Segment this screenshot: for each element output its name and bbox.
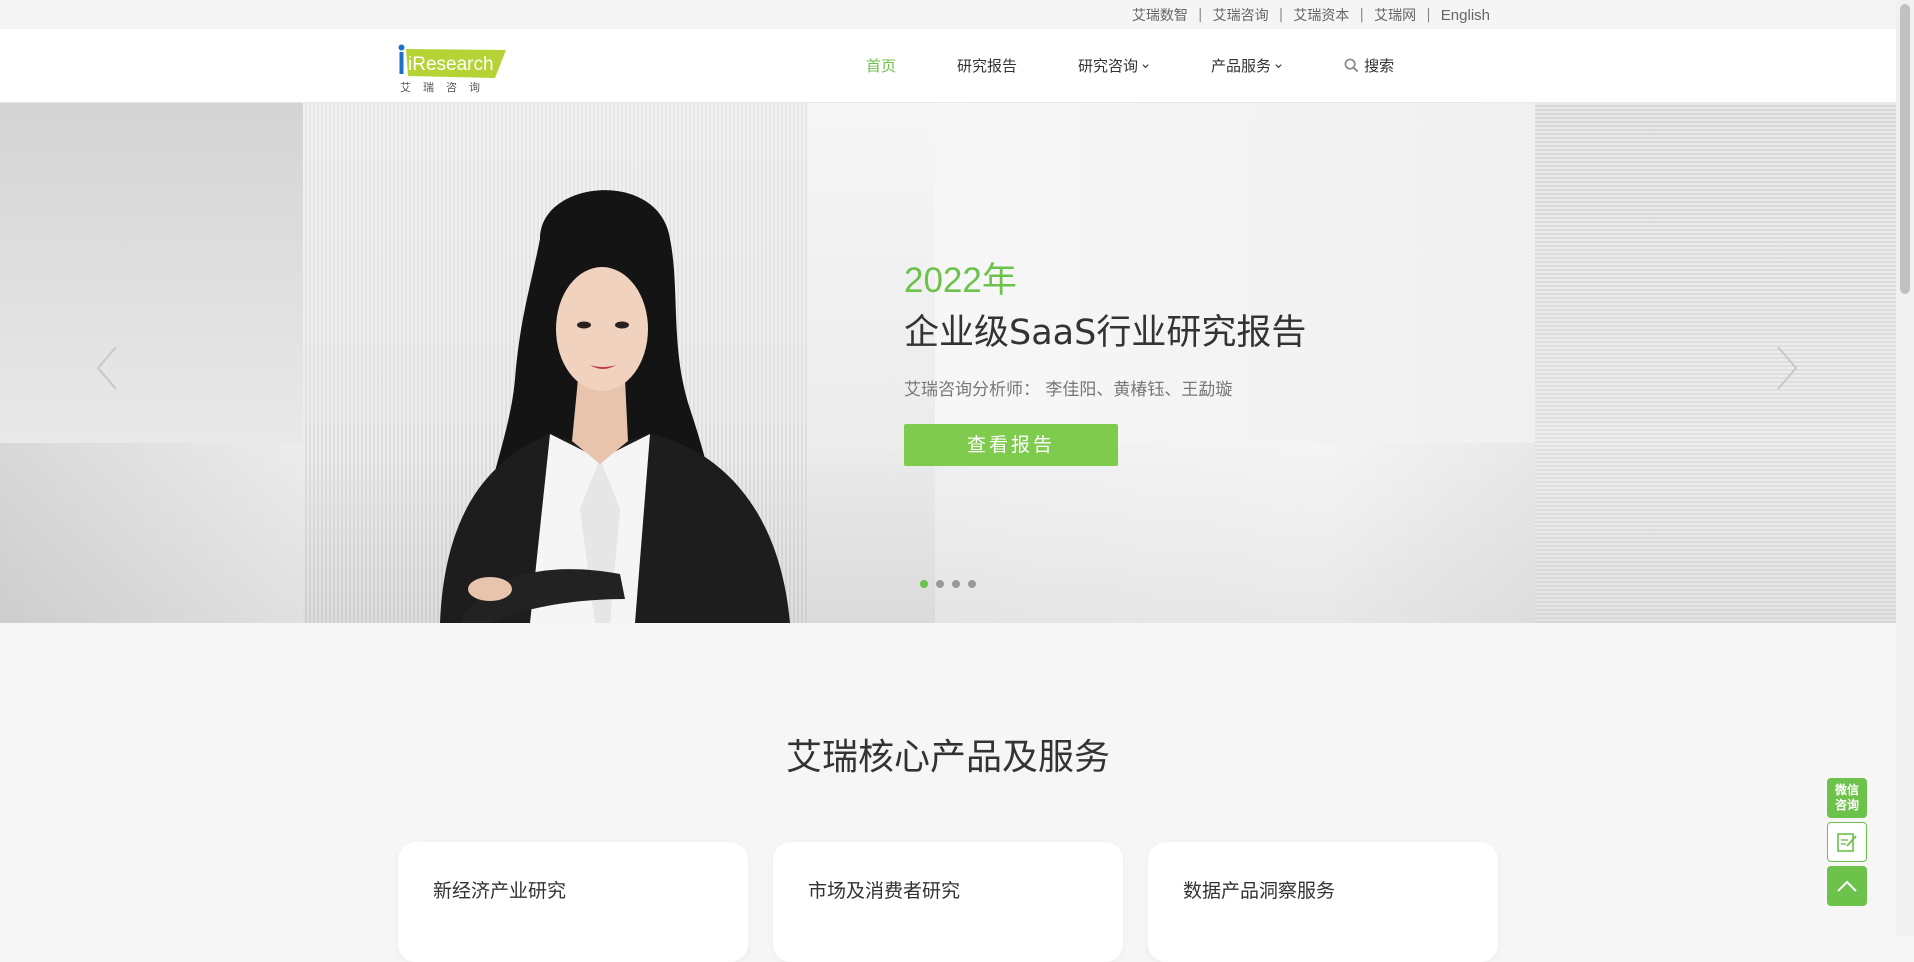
chevron-left-icon[interactable] [92, 343, 122, 393]
banner-bg-panel [0, 443, 1896, 623]
nav-home[interactable]: 首页 [866, 55, 896, 76]
nav-label: 研究咨询 [1078, 57, 1139, 75]
chevron-down-icon [1275, 64, 1282, 69]
section-title: 艾瑞核心产品及服务 [785, 737, 1110, 778]
feedback-button[interactable] [1827, 822, 1867, 862]
top-link-wang[interactable]: 艾瑞网 [1374, 5, 1416, 25]
banner-authors: 艾瑞咨询分析师： 李佳阳、黄椿钰、王勐璇 [904, 380, 1233, 400]
service-card-new-economy[interactable]: 新经济产业研究 [398, 842, 748, 962]
wechat-label: 微信咨询 [1834, 783, 1859, 812]
card-title: 市场及消费者研究 [808, 880, 961, 902]
chevron-down-icon [1142, 64, 1149, 69]
top-link-ziben[interactable]: 艾瑞资本 [1293, 5, 1349, 25]
iresearch-logo[interactable]: iResearch 艾瑞咨询 [398, 39, 508, 95]
nav-reports[interactable]: 研究报告 [957, 55, 1017, 76]
logo-text: iResearch [408, 54, 494, 75]
search-icon [1344, 58, 1359, 73]
separator: | [1278, 7, 1284, 23]
carousel-dot[interactable] [952, 580, 960, 588]
top-utility-bar: 艾瑞数智 | 艾瑞咨询 | 艾瑞资本 | 艾瑞网 | English [0, 0, 1896, 29]
logo-subtitle: 艾瑞咨询 [400, 81, 492, 94]
separator: | [1426, 7, 1431, 23]
logo-badge-icon: iResearch [398, 44, 506, 78]
banner-text: 2022年 企业级SaaS行业研究报告 艾瑞咨询分析师： 李佳阳、黄椿钰、王勐璇… [904, 261, 1306, 466]
service-card-market[interactable]: 市场及消费者研究 [773, 842, 1123, 962]
top-link-english[interactable]: English [1441, 7, 1490, 24]
separator: | [1197, 7, 1203, 23]
nav-label: 产品服务 [1211, 57, 1272, 75]
nav-consulting[interactable]: 研究咨询 [1078, 55, 1150, 76]
chevron-up-icon [1837, 880, 1857, 892]
page-scrollbar[interactable] [1896, 0, 1914, 936]
service-cards: 新经济产业研究 市场及消费者研究 数据产品洞察服务 [398, 842, 1523, 962]
banner-bg-panel [0, 103, 303, 443]
card-title: 新经济产业研究 [433, 880, 567, 902]
nav-products[interactable]: 产品服务 [1211, 55, 1283, 76]
view-report-button[interactable]: 查看报告 [904, 424, 1118, 466]
chevron-right-icon[interactable] [1772, 343, 1802, 393]
carousel-dot[interactable] [920, 580, 928, 588]
carousel-dots [920, 580, 984, 588]
top-links: 艾瑞数智 | 艾瑞咨询 | 艾瑞资本 | 艾瑞网 | English [1132, 5, 1490, 25]
nav-label: 首页 [866, 57, 897, 75]
wechat-consult-button[interactable]: 微信咨询 [1827, 778, 1867, 818]
hero-banner: 2022年 企业级SaaS行业研究报告 艾瑞咨询分析师： 李佳阳、黄椿钰、王勐璇… [0, 103, 1896, 623]
banner-title: 企业级SaaS行业研究报告 [904, 313, 1307, 353]
main-nav: 首页 研究报告 研究咨询 产品服务 搜索 [866, 29, 1394, 102]
service-card-data[interactable]: 数据产品洞察服务 [1148, 842, 1498, 962]
top-link-shuzhi[interactable]: 艾瑞数智 [1132, 5, 1188, 25]
scrollbar-thumb[interactable] [1900, 4, 1910, 294]
top-link-zixun[interactable]: 艾瑞咨询 [1213, 5, 1269, 25]
back-to-top-button[interactable] [1827, 866, 1867, 906]
banner-year: 2022年 [904, 261, 1017, 300]
carousel-dot[interactable] [968, 580, 976, 588]
edit-note-icon [1837, 833, 1857, 852]
separator: | [1359, 7, 1365, 23]
analyst-photo [440, 190, 790, 623]
card-title: 数据产品洞察服务 [1183, 880, 1336, 902]
search-button[interactable]: 搜索 [1344, 55, 1394, 76]
search-label: 搜索 [1364, 57, 1395, 75]
nav-label: 研究报告 [957, 57, 1018, 75]
site-header: iResearch 艾瑞咨询 首页 研究报告 研究咨询 产品服务 搜索 [0, 29, 1896, 103]
carousel-dot[interactable] [936, 580, 944, 588]
